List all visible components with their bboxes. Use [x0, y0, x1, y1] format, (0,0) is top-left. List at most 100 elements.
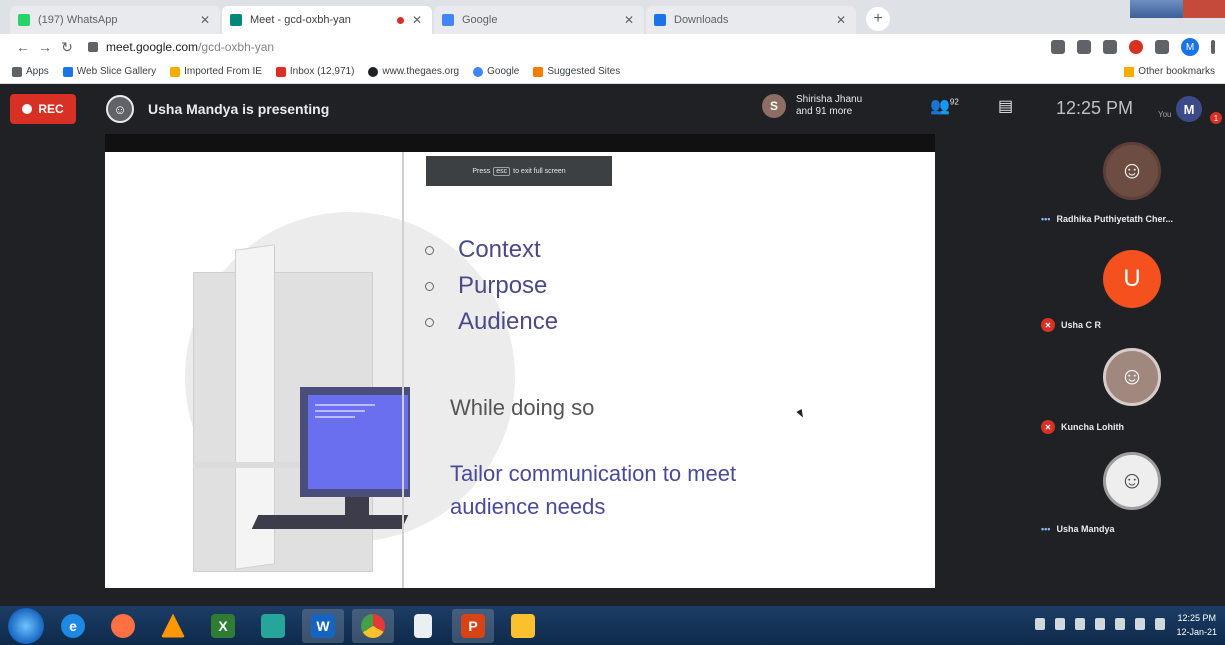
participant-more: and 91 more: [796, 106, 853, 117]
slide-subheading: While doing so: [450, 395, 595, 420]
tab-meet[interactable]: Meet - gcd-oxbh-yan ✕: [222, 6, 432, 34]
chat-icon[interactable]: ▤: [998, 96, 1013, 116]
menu-icon[interactable]: [1211, 40, 1215, 54]
close-icon[interactable]: ✕: [198, 13, 212, 27]
bookmark-apps[interactable]: Apps: [12, 66, 49, 77]
address-bar-row: ← → ↻ meet.google.com/gcd-oxbh-yan M: [0, 34, 1225, 60]
participant-tile[interactable]: U ✕ Usha C R: [1035, 244, 1225, 344]
tray-icon[interactable]: [1135, 618, 1145, 630]
windows-taskbar: e X W P 12:25 PM 12-Jan-21: [0, 606, 1225, 645]
taskbar-app[interactable]: [502, 609, 544, 643]
volume-icon[interactable]: [1095, 618, 1105, 630]
battery-icon[interactable]: [1055, 618, 1065, 630]
reload-icon[interactable]: ↻: [56, 39, 78, 56]
bullet-text: Purpose: [458, 272, 548, 299]
participant-summary: Shirisha Jhanu and 91 more: [796, 94, 862, 118]
taskbar-clock[interactable]: 12:25 PM 12-Jan-21: [1176, 611, 1217, 639]
taskbar-app[interactable]: [252, 609, 294, 643]
more-icon[interactable]: •••: [1041, 214, 1050, 224]
tray-icon[interactable]: [1115, 618, 1125, 630]
close-icon[interactable]: ✕: [834, 13, 848, 27]
presenter-text: Usha Mandya is presenting: [148, 101, 330, 117]
participant-photo: ☺: [1103, 142, 1161, 200]
bookmark-label: Other bookmarks: [1138, 66, 1215, 77]
start-button[interactable]: [8, 607, 44, 644]
bookmark-inbox[interactable]: Inbox (12,971): [275, 66, 355, 77]
extension-icon[interactable]: [1129, 40, 1143, 54]
participant-tile[interactable]: ☺ ••• Radhika Puthiyetath Cher...: [1035, 140, 1225, 240]
self-avatar[interactable]: M: [1176, 96, 1202, 122]
apps-icon: [12, 66, 22, 77]
slide-statement: Tailor communication to meet audience ne…: [450, 461, 737, 519]
download-icon: [654, 14, 666, 26]
bookmark-google[interactable]: Google: [473, 66, 519, 77]
bookmark-web-slice[interactable]: Web Slice Gallery: [62, 66, 156, 77]
flag-icon[interactable]: [1075, 618, 1085, 630]
presenter-avatar: ☺: [106, 95, 134, 123]
tab-downloads[interactable]: Downloads ✕: [646, 6, 856, 34]
puzzle-icon[interactable]: [1155, 40, 1169, 54]
taskbar-app[interactable]: P: [452, 608, 494, 643]
tab-label: Meet - gcd-oxbh-yan: [250, 14, 351, 26]
people-count: 92: [949, 97, 959, 107]
taskbar-app[interactable]: [102, 609, 144, 643]
participant-avatar: U: [1103, 250, 1161, 308]
bookmark-suggested[interactable]: Suggested Sites: [533, 66, 620, 77]
recording-icon: [397, 16, 404, 24]
taskbar-app[interactable]: [152, 609, 194, 643]
participant-avatar: S: [762, 94, 786, 118]
chrome-icon: [361, 613, 385, 638]
bookmarks-bar: Apps Web Slice Gallery Imported From IE …: [0, 60, 1225, 84]
camera-icon[interactable]: [1051, 40, 1065, 54]
toast-text: Press: [472, 167, 491, 175]
vlc-icon: [161, 613, 185, 638]
other-bookmarks[interactable]: Other bookmarks: [1124, 66, 1215, 77]
window-close-button[interactable]: [1183, 0, 1225, 18]
close-icon[interactable]: ✕: [410, 13, 424, 27]
more-icon[interactable]: •••: [1041, 524, 1050, 534]
bookmark-label: Inbox (12,971): [289, 66, 355, 77]
back-icon[interactable]: ←: [12, 39, 34, 55]
record-dot-icon: [22, 104, 33, 114]
taskbar-app[interactable]: e: [52, 609, 94, 643]
bullet-item: Context: [425, 232, 558, 268]
participant-name-text: Usha Mandya: [1056, 524, 1115, 534]
profile-avatar[interactable]: M: [1181, 38, 1199, 56]
bookmark-imported[interactable]: Imported From IE: [170, 66, 262, 77]
folder-icon: [1124, 66, 1135, 77]
taskbar-app[interactable]: [402, 609, 444, 643]
notification-badge: 1: [1210, 112, 1222, 124]
star-icon[interactable]: [1103, 40, 1117, 54]
forward-icon[interactable]: →: [34, 39, 56, 55]
explorer-icon: [511, 613, 535, 638]
tab-whatsapp[interactable]: (197) WhatsApp ✕: [10, 6, 220, 34]
new-tab-button[interactable]: +: [866, 7, 890, 31]
bookmark-label: Google: [487, 66, 520, 77]
people-icon[interactable]: 👥92: [930, 96, 959, 116]
browser-tab-strip: (197) WhatsApp ✕ Meet - gcd-oxbh-yan ✕ G…: [0, 0, 1225, 34]
recording-indicator[interactable]: REC: [10, 94, 76, 124]
taskbar-app[interactable]: X: [202, 609, 244, 643]
url-field[interactable]: meet.google.com/gcd-oxbh-yan: [88, 37, 788, 57]
monitor-line: [315, 410, 365, 412]
video-icon[interactable]: [1077, 40, 1091, 54]
participant-name: ••• Usha Mandya: [1041, 524, 1114, 534]
tray-icon[interactable]: [1155, 618, 1165, 630]
toast-text: to exit full screen: [513, 167, 566, 175]
tab-google[interactable]: Google ✕: [434, 6, 644, 34]
network-icon[interactable]: [1035, 618, 1045, 630]
globe-icon: [368, 66, 379, 77]
close-icon[interactable]: ✕: [622, 13, 636, 27]
monitor-line: [315, 404, 375, 406]
fullscreen-toast: Press esc to exit full screen: [426, 156, 612, 186]
taskbar-app[interactable]: W: [302, 608, 344, 643]
monitor-stand: [345, 497, 369, 515]
participant-tile[interactable]: ☺ ••• Usha Mandya: [1035, 450, 1225, 550]
url-host: meet.google.com: [106, 40, 199, 54]
participant-tile[interactable]: ☺ ✕ Kuncha Lohith: [1035, 346, 1225, 446]
bookmark-thegaes[interactable]: www.thegaes.org: [368, 66, 459, 77]
taskbar-app[interactable]: [352, 608, 394, 643]
tab-label: Google: [462, 14, 498, 26]
taskbar-date: 12-Jan-21: [1176, 627, 1217, 637]
participants-chip[interactable]: S Shirisha Jhanu and 91 more: [762, 94, 862, 118]
